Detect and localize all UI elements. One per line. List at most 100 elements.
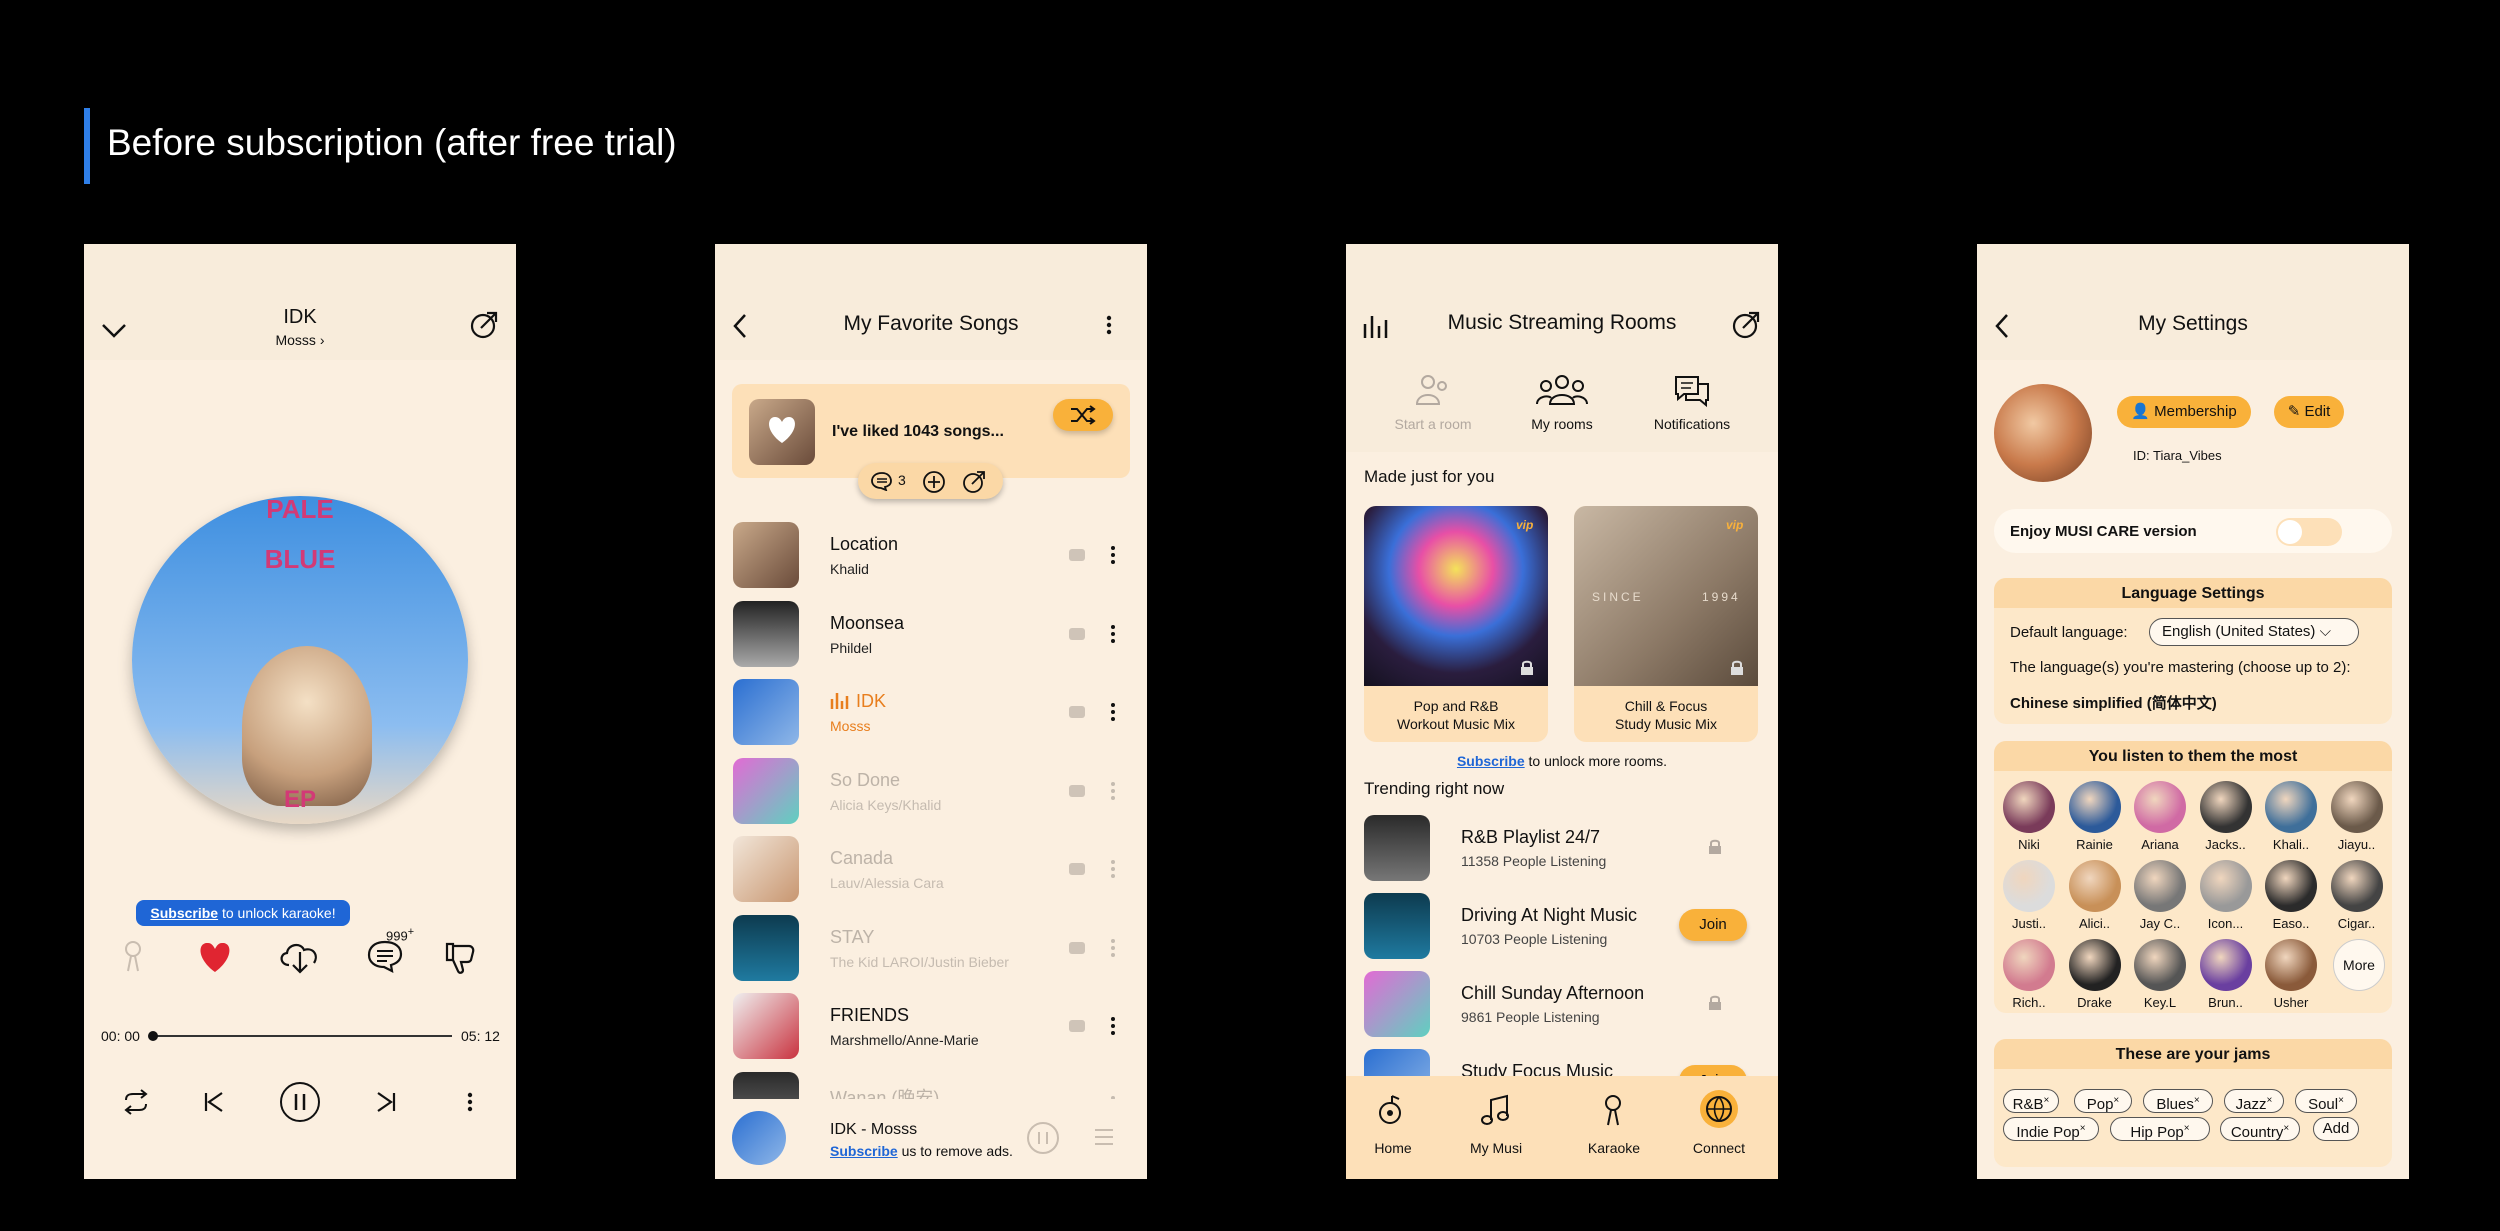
artist-avatar[interactable] bbox=[2330, 860, 2383, 912]
repeat-icon[interactable] bbox=[122, 1088, 150, 1116]
shuffle-button[interactable] bbox=[1053, 399, 1113, 431]
add-icon[interactable] bbox=[922, 470, 946, 494]
share-icon[interactable] bbox=[962, 470, 986, 494]
artist-avatar[interactable] bbox=[2068, 939, 2121, 991]
mv-icon[interactable] bbox=[1069, 549, 1085, 561]
mix-card-1[interactable]: vip Pop and R&B Workout Music Mix bbox=[1364, 506, 1548, 742]
microphone-icon[interactable] bbox=[122, 940, 146, 974]
membership-button[interactable]: 👤 Membership bbox=[2117, 396, 2251, 428]
share-icon[interactable] bbox=[1731, 310, 1761, 340]
more-icon[interactable] bbox=[1109, 701, 1117, 723]
remove-icon[interactable]: × bbox=[2080, 1123, 2086, 1134]
download-icon[interactable] bbox=[277, 938, 323, 974]
tab-start-room[interactable]: Start a room bbox=[1363, 416, 1503, 432]
song-row[interactable]: Location Khalid bbox=[715, 522, 1147, 592]
artist-avatar[interactable] bbox=[2134, 781, 2186, 833]
remove-icon[interactable]: × bbox=[2184, 1123, 2190, 1134]
artist-avatar[interactable] bbox=[2265, 939, 2317, 991]
artist-avatar[interactable] bbox=[2134, 860, 2186, 912]
song-row[interactable]: Canada Lauv/Alessia Cara bbox=[715, 836, 1147, 906]
artist-avatar[interactable] bbox=[2003, 860, 2055, 912]
more-icon[interactable] bbox=[1109, 937, 1117, 959]
comment-icon[interactable] bbox=[870, 471, 894, 491]
mastering-value[interactable]: Chinese simplified (简体中文) bbox=[2010, 692, 2217, 713]
mix-card-2[interactable]: SINCE 1994 vip Chill & Focus Study Music… bbox=[1574, 506, 1758, 742]
mv-icon[interactable] bbox=[1069, 784, 1085, 797]
edit-button[interactable]: ✎ Edit bbox=[2274, 396, 2344, 428]
remove-icon[interactable]: × bbox=[2338, 1095, 2344, 1106]
artist-avatar[interactable] bbox=[2199, 860, 2252, 912]
jam-tag[interactable]: Blues× bbox=[2143, 1089, 2213, 1113]
trending-row[interactable]: R&B Playlist 24/7 11358 People Listening bbox=[1346, 815, 1778, 885]
comment-icon[interactable] bbox=[366, 938, 404, 974]
artist-avatar[interactable] bbox=[2330, 781, 2383, 833]
mini-player[interactable]: IDK - Mosss Subscribe us to remove ads. bbox=[715, 1099, 1147, 1179]
jam-tag[interactable]: Indie Pop× bbox=[2003, 1117, 2099, 1141]
jam-tag[interactable]: Jazz× bbox=[2224, 1089, 2284, 1113]
pause-icon[interactable] bbox=[1026, 1121, 1060, 1155]
care-toggle[interactable] bbox=[2276, 518, 2342, 546]
jam-tag[interactable]: Pop× bbox=[2074, 1089, 2132, 1113]
add-jam-button[interactable]: Add bbox=[2313, 1117, 2359, 1141]
artist-avatar[interactable] bbox=[2068, 860, 2121, 912]
artist-avatar[interactable] bbox=[2134, 939, 2186, 991]
artist-avatar[interactable] bbox=[2199, 939, 2252, 991]
nav-my-musi[interactable]: My Musi bbox=[1461, 1140, 1531, 1156]
jam-tag[interactable]: R&B× bbox=[2003, 1089, 2059, 1113]
remove-icon[interactable]: × bbox=[2267, 1095, 2273, 1106]
subscribe-link[interactable]: Subscribe bbox=[830, 1143, 898, 1159]
song-row[interactable]: IDK Mosss bbox=[715, 679, 1147, 749]
mv-icon[interactable] bbox=[1069, 627, 1085, 640]
artist-avatar[interactable] bbox=[2265, 860, 2317, 912]
mv-icon[interactable] bbox=[1069, 863, 1085, 875]
tab-my-rooms[interactable]: My rooms bbox=[1492, 416, 1632, 432]
mv-icon[interactable] bbox=[1069, 941, 1085, 954]
more-icon[interactable] bbox=[466, 1091, 474, 1113]
subscribe-link[interactable]: Subscribe bbox=[1457, 753, 1525, 769]
nav-connect[interactable]: Connect bbox=[1684, 1140, 1754, 1156]
mv-icon[interactable] bbox=[1069, 706, 1085, 718]
trending-row[interactable]: Chill Sunday Afternoon 9861 People Listen… bbox=[1346, 971, 1778, 1041]
song-row[interactable]: STAY The Kid LAROI/Justin Bieber bbox=[715, 914, 1147, 985]
more-artists-button[interactable]: More bbox=[2333, 939, 2385, 991]
more-icon[interactable] bbox=[1109, 623, 1117, 645]
remove-icon[interactable]: × bbox=[2283, 1123, 2289, 1134]
default-language-select[interactable]: English (United States) ⌵ bbox=[2149, 618, 2359, 646]
artist-avatar[interactable] bbox=[2199, 781, 2252, 833]
previous-icon[interactable] bbox=[202, 1090, 226, 1114]
trending-row[interactable]: Driving At Night Music 10703 People Liste… bbox=[1346, 893, 1778, 963]
artist-link[interactable]: Mosss › bbox=[84, 332, 516, 348]
more-icon[interactable] bbox=[1109, 1015, 1117, 1037]
artist-avatar[interactable] bbox=[2003, 781, 2055, 833]
more-icon[interactable] bbox=[1105, 314, 1113, 336]
karaoke-banner[interactable]: Subscribe to unlock karaoke! bbox=[136, 900, 350, 926]
nav-home[interactable]: Home bbox=[1363, 1140, 1423, 1156]
next-icon[interactable] bbox=[374, 1090, 398, 1114]
avatar[interactable] bbox=[1994, 384, 2092, 482]
song-row[interactable]: FRIENDS Marshmello/Anne-Marie bbox=[715, 993, 1147, 1063]
artist-avatar[interactable] bbox=[2265, 781, 2317, 833]
jam-tag[interactable]: Country× bbox=[2220, 1117, 2300, 1141]
mv-icon[interactable] bbox=[1069, 1020, 1085, 1032]
nav-karaoke[interactable]: Karaoke bbox=[1579, 1140, 1649, 1156]
progress-knob[interactable] bbox=[148, 1031, 158, 1041]
join-button[interactable]: Join bbox=[1679, 909, 1747, 941]
jam-tag[interactable]: Soul× bbox=[2295, 1089, 2357, 1113]
more-icon[interactable] bbox=[1109, 780, 1117, 802]
song-row[interactable]: So Done Alicia Keys/Khalid bbox=[715, 757, 1147, 828]
tab-notifications[interactable]: Notifications bbox=[1622, 416, 1762, 432]
more-icon[interactable] bbox=[1109, 544, 1117, 566]
jam-tag[interactable]: Hip Pop× bbox=[2110, 1117, 2210, 1141]
heart-icon[interactable] bbox=[196, 940, 234, 974]
playlist-icon[interactable] bbox=[1093, 1127, 1115, 1147]
remove-icon[interactable]: × bbox=[2113, 1095, 2119, 1106]
thumbs-down-icon[interactable] bbox=[443, 940, 477, 976]
remove-icon[interactable]: × bbox=[2194, 1095, 2200, 1106]
progress-track[interactable] bbox=[152, 1035, 452, 1037]
song-row[interactable]: Moonsea Phildel bbox=[715, 600, 1147, 671]
pause-icon[interactable] bbox=[279, 1081, 321, 1123]
artist-avatar[interactable] bbox=[2003, 939, 2055, 991]
artist-avatar[interactable] bbox=[2068, 781, 2121, 833]
share-icon[interactable] bbox=[469, 310, 499, 340]
more-icon[interactable] bbox=[1109, 858, 1117, 880]
